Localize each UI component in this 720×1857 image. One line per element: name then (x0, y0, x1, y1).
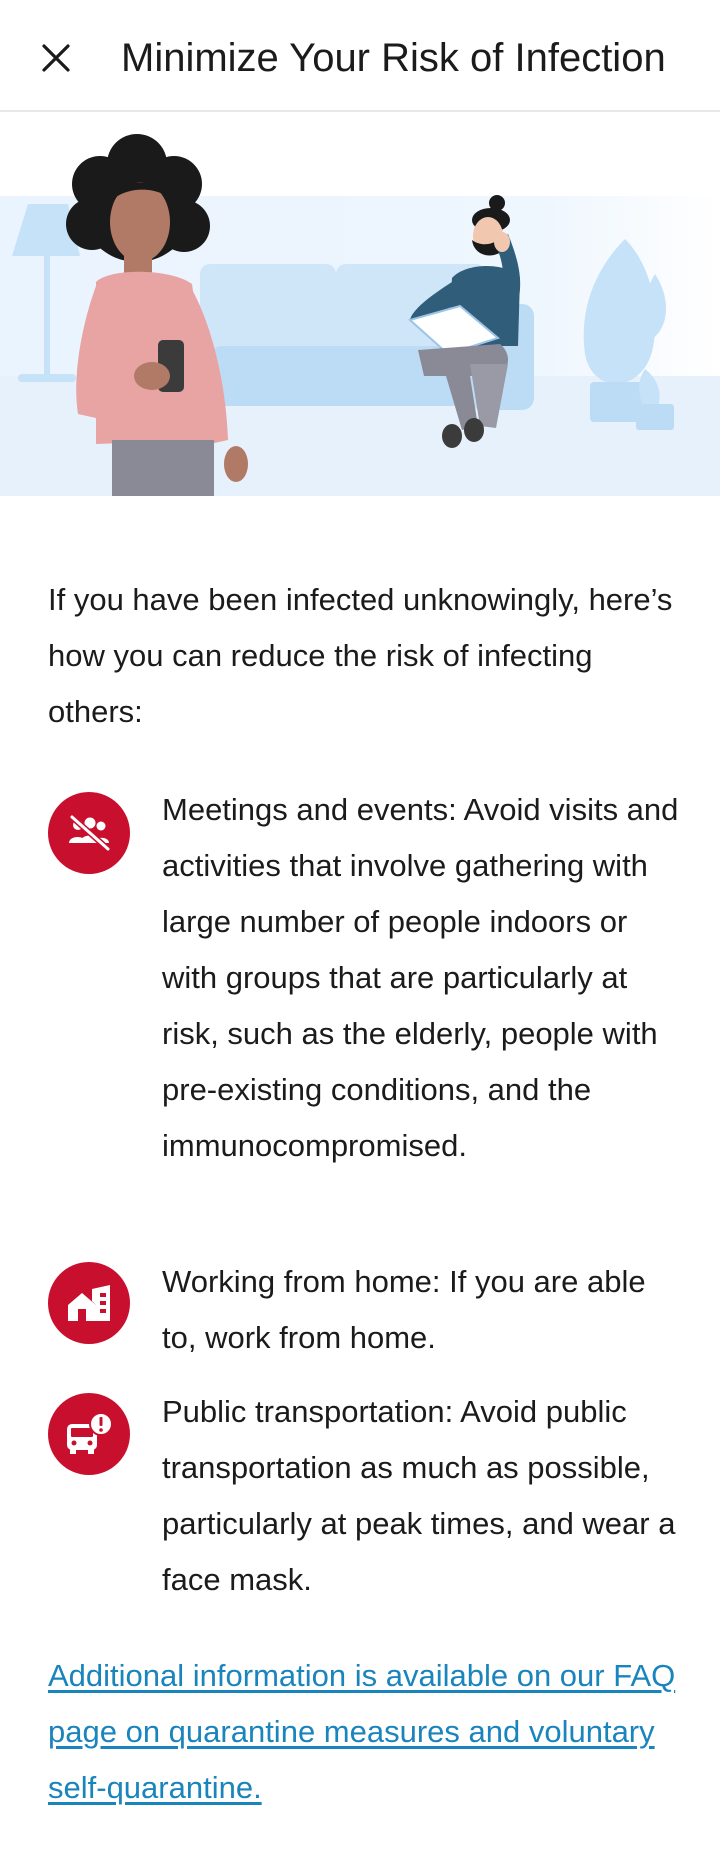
faq-link[interactable]: Additional information is available on o… (48, 1648, 678, 1816)
people-at-home-illustration (0, 134, 720, 496)
close-button[interactable] (28, 30, 84, 86)
close-icon (42, 44, 70, 72)
no-gatherings-icon (48, 792, 130, 874)
app-header: Minimize Your Risk of Infection (0, 0, 720, 112)
screen: Minimize Your Risk of Infection If you h… (0, 0, 720, 1857)
intro-text: If you have been infected unknowingly, h… (48, 582, 673, 729)
page-title: Minimize Your Risk of Infection (121, 36, 666, 80)
home-office-icon (48, 1262, 130, 1344)
bus-warning-icon (48, 1393, 130, 1475)
tip-text: Public transportation: Avoid public tran… (162, 1394, 676, 1597)
hero-illustration (0, 114, 720, 496)
tip-text: Working from home: If you are able to, w… (162, 1264, 646, 1355)
tip-text: Meetings and events: Avoid visits and ac… (162, 792, 679, 1163)
